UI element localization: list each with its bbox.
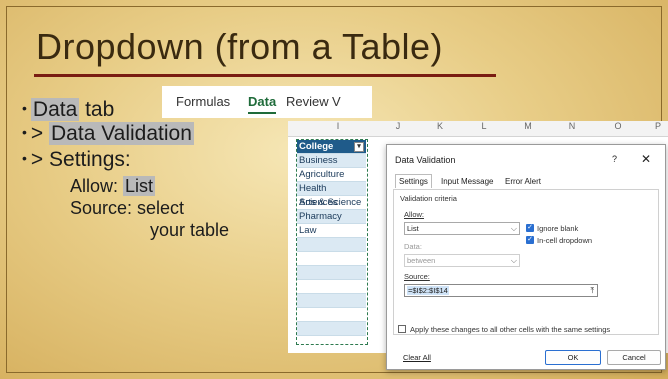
column-header[interactable]: N	[562, 121, 582, 137]
allow-select[interactable]: List ⌵	[404, 222, 520, 235]
source-label: Source:	[404, 272, 430, 281]
sub-label: Allow:	[70, 176, 119, 196]
table-header[interactable]: College ▾	[297, 140, 366, 154]
column-header[interactable]: J	[388, 121, 408, 137]
chevron-down-icon: ⌵	[510, 256, 517, 265]
range-picker-icon[interactable]: ⤒	[590, 285, 594, 296]
ignore-blank-label: Ignore blank	[537, 224, 579, 233]
column-header[interactable]: K	[430, 121, 450, 137]
data-validation-dialog: Data Validation ? ✕ Settings Input Messa…	[386, 144, 666, 370]
table-row[interactable]: Business	[297, 154, 366, 168]
table-row[interactable]: Law	[297, 224, 366, 238]
table-row-empty[interactable]	[297, 280, 366, 294]
dialog-title: Data Validation	[395, 155, 456, 165]
section-label: Validation criteria	[400, 194, 457, 203]
bullet-dot: •	[22, 100, 27, 116]
table-row-empty[interactable]	[297, 294, 366, 308]
tab-view[interactable]: V	[332, 94, 341, 109]
allow-select-value: List	[407, 224, 419, 233]
clear-all-button[interactable]: Clear All	[403, 353, 431, 362]
data-label: Data:	[404, 242, 422, 251]
data-select: between ⌵	[404, 254, 520, 267]
allow-label: Allow:	[404, 210, 425, 219]
table-row-empty[interactable]	[297, 308, 366, 322]
bullet-prefix: >	[30, 148, 44, 171]
college-table[interactable]: College ▾ Business Agriculture Health Sc…	[296, 139, 368, 345]
bullet-dot: •	[22, 124, 27, 140]
table-row[interactable]: Health Sciences	[297, 182, 366, 208]
ignore-blank-checkbox[interactable]: ✓	[526, 224, 534, 232]
excel-ribbon: Formulas Data Review V	[162, 86, 372, 118]
bullet-data-validation: • > Data Validation	[22, 122, 194, 146]
tab-error-alert[interactable]: Error Alert	[505, 177, 541, 186]
tab-formulas[interactable]: Formulas	[176, 94, 230, 109]
ok-button[interactable]: OK	[545, 350, 601, 365]
tab-data[interactable]: Data	[248, 94, 277, 114]
column-header[interactable]: P	[650, 121, 666, 137]
sub-allow: Allow: List	[70, 176, 156, 197]
source-input-value: =$I$2:$I$14	[407, 286, 449, 295]
filter-dropdown-icon[interactable]: ▾	[354, 142, 364, 152]
bullet-highlight: Data Validation	[49, 122, 194, 145]
cancel-button[interactable]: Cancel	[607, 350, 661, 365]
table-row[interactable]: Arts & Science	[297, 196, 366, 210]
table-header-label: College	[299, 141, 334, 152]
column-header[interactable]: L	[474, 121, 494, 137]
tab-input-message[interactable]: Input Message	[441, 177, 493, 186]
chevron-down-icon: ⌵	[510, 224, 517, 233]
bullet-settings: • > Settings:	[22, 148, 131, 172]
in-cell-dropdown-checkbox[interactable]: ✓	[526, 236, 534, 244]
column-header[interactable]: O	[608, 121, 628, 137]
bullet-dot: •	[22, 150, 27, 166]
settings-panel: Validation criteria Allow: List ⌵ ✓ Igno…	[393, 189, 659, 335]
help-icon[interactable]: ?	[612, 154, 617, 164]
data-select-value: between	[407, 256, 436, 265]
table-row[interactable]: Pharmacy	[297, 210, 366, 224]
close-icon[interactable]: ✕	[641, 152, 651, 166]
slide-title: Dropdown (from a Table)	[36, 26, 444, 67]
in-cell-dropdown-label: In-cell dropdown	[537, 236, 593, 245]
sub-source: Source: select	[70, 198, 185, 218]
source-input[interactable]: =$I$2:$I$14 ⤒	[404, 284, 598, 297]
table-row-empty[interactable]	[297, 238, 366, 252]
title-underline	[34, 74, 496, 77]
bullet-text: tab	[79, 98, 115, 121]
apply-all-label: Apply these changes to all other cells w…	[410, 325, 611, 334]
sub-highlight: List	[123, 176, 156, 196]
tab-settings[interactable]: Settings	[395, 174, 432, 188]
bullet-highlight: Data	[30, 98, 80, 121]
bullet-text: Settings:	[49, 148, 131, 171]
bullet-data-tab: • Data tab	[22, 98, 114, 122]
apply-all-checkbox[interactable]	[398, 325, 406, 333]
column-header[interactable]: M	[518, 121, 538, 137]
tab-review[interactable]: Review	[286, 94, 329, 109]
table-row-empty[interactable]	[297, 322, 366, 336]
table-row-empty[interactable]	[297, 266, 366, 280]
column-header[interactable]: I	[328, 121, 348, 137]
bullet-prefix: >	[30, 122, 44, 145]
sub-source-cont: your table	[150, 220, 230, 240]
table-row[interactable]: Agriculture	[297, 168, 366, 182]
table-row-empty[interactable]	[297, 252, 366, 266]
